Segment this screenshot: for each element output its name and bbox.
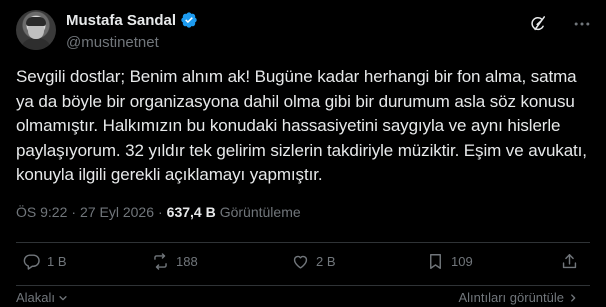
reply-button[interactable]: 1 B [22,252,67,271]
divider [16,242,590,243]
author-handle[interactable]: @mustinetnet [66,34,159,51]
reply-count: 1 B [47,254,67,269]
grok-icon[interactable] [528,14,548,34]
post-footer: Alakalı Alıntıları görüntüle [0,288,606,307]
author-display-name[interactable]: Mustafa Sandal [66,12,176,29]
bookmark-count: 109 [451,254,473,269]
chevron-right-icon [568,293,578,303]
post-top-actions [528,14,592,34]
meta-separator-2: · [158,204,163,220]
heart-icon [291,252,310,271]
related-sort-button[interactable]: Alakalı [16,290,68,305]
verified-badge-icon [180,11,198,29]
post-text: Sevgili dostlar; Benim alnım ak! Bugüne … [16,67,587,184]
meta-separator: · [71,204,77,220]
views-label: Görüntüleme [219,204,301,220]
post-time[interactable]: ÖS 9:22 [16,204,67,220]
divider [16,285,590,286]
repost-count: 188 [176,254,198,269]
view-quotes-link[interactable]: Alıntıları görüntüle [458,290,578,305]
action-bar: 1 B 188 2 B 109 [0,252,606,278]
share-icon [560,252,579,271]
post-meta: ÖS 9:22 · 27 Eyl 2026 · 637,4 B Görüntül… [16,204,301,220]
post-card: Mustafa Sandal @mustinetnet Sevgili dost… [0,0,606,307]
repost-icon [151,252,170,271]
views-count: 637,4 B [166,204,216,220]
avatar-hair [26,17,46,26]
view-quotes-label: Alıntıları görüntüle [458,290,564,305]
bookmark-button[interactable]: 109 [426,252,473,271]
avatar-body [20,38,52,50]
related-label: Alakalı [16,290,56,305]
share-button[interactable] [560,252,579,271]
chevron-down-icon [58,293,68,303]
repost-button[interactable]: 188 [151,252,198,271]
more-options-icon[interactable] [572,14,592,34]
like-button[interactable]: 2 B [291,252,336,271]
bookmark-icon [426,252,445,271]
reply-icon [22,252,41,271]
avatar[interactable] [16,10,56,50]
post-date[interactable]: 27 Eyl 2026 [80,204,154,220]
like-count: 2 B [316,254,336,269]
author-name-row[interactable]: Mustafa Sandal [66,11,198,29]
